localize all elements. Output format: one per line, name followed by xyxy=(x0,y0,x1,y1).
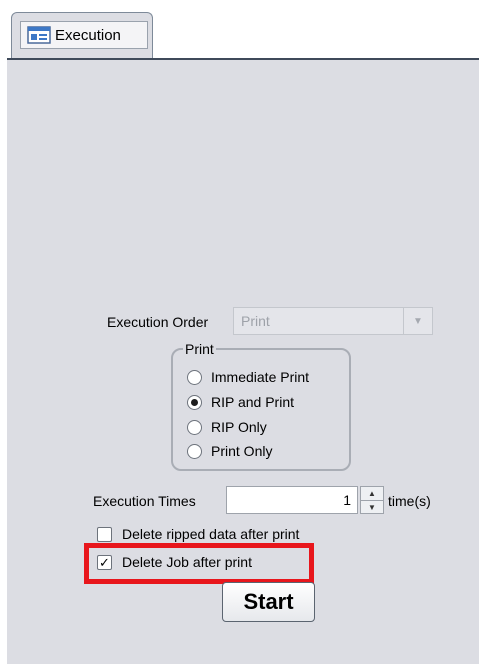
print-mode-legend: Print xyxy=(185,341,214,357)
execution-order-label: Execution Order xyxy=(107,314,209,330)
execution-order-value: Print xyxy=(241,313,270,329)
tab-execution[interactable]: Execution xyxy=(11,12,153,59)
radio-label: RIP Only xyxy=(211,419,267,435)
radio-rip-only[interactable]: RIP Only xyxy=(187,419,267,435)
stepper-down-icon[interactable]: ▼ xyxy=(361,501,383,514)
radio-button-selected[interactable] xyxy=(187,394,202,410)
radio-rip-and-print[interactable]: RIP and Print xyxy=(187,394,294,410)
radio-button[interactable] xyxy=(187,369,202,385)
checkbox-delete-ripped-data[interactable]: Delete ripped data after print xyxy=(97,526,299,542)
execution-times-stepper[interactable]: ▲ ▼ xyxy=(360,486,384,514)
radio-label: RIP and Print xyxy=(211,394,295,410)
radio-print-only[interactable]: Print Only xyxy=(187,443,272,459)
radio-button[interactable] xyxy=(187,419,202,435)
tab-execution-label: Execution xyxy=(55,26,121,44)
radio-immediate-print[interactable]: Immediate Print xyxy=(187,369,309,385)
execution-order-select[interactable]: Print ▼ xyxy=(233,307,433,335)
stepper-up-icon[interactable]: ▲ xyxy=(361,487,383,501)
checkbox-label: Delete Job after print xyxy=(122,554,252,570)
printer-icon xyxy=(27,26,51,44)
radio-label: Immediate Print xyxy=(211,369,310,385)
tab-execution-inner[interactable]: Execution xyxy=(20,21,148,49)
chevron-down-icon[interactable]: ▼ xyxy=(403,308,432,334)
checkbox-box-checked[interactable]: ✓ xyxy=(97,554,112,570)
checkbox-delete-job[interactable]: ✓ Delete Job after print xyxy=(97,554,252,570)
checkmark-icon: ✓ xyxy=(99,554,110,570)
execution-times-label: Execution Times xyxy=(93,493,196,509)
radio-label: Print Only xyxy=(211,443,273,459)
execution-times-unit: time(s) xyxy=(388,493,431,509)
checkbox-box[interactable] xyxy=(97,526,112,542)
execution-times-input[interactable]: 1 xyxy=(226,486,358,514)
radio-button[interactable] xyxy=(187,443,202,459)
checkbox-label: Delete ripped data after print xyxy=(122,526,300,542)
start-button[interactable]: Start xyxy=(222,582,315,622)
